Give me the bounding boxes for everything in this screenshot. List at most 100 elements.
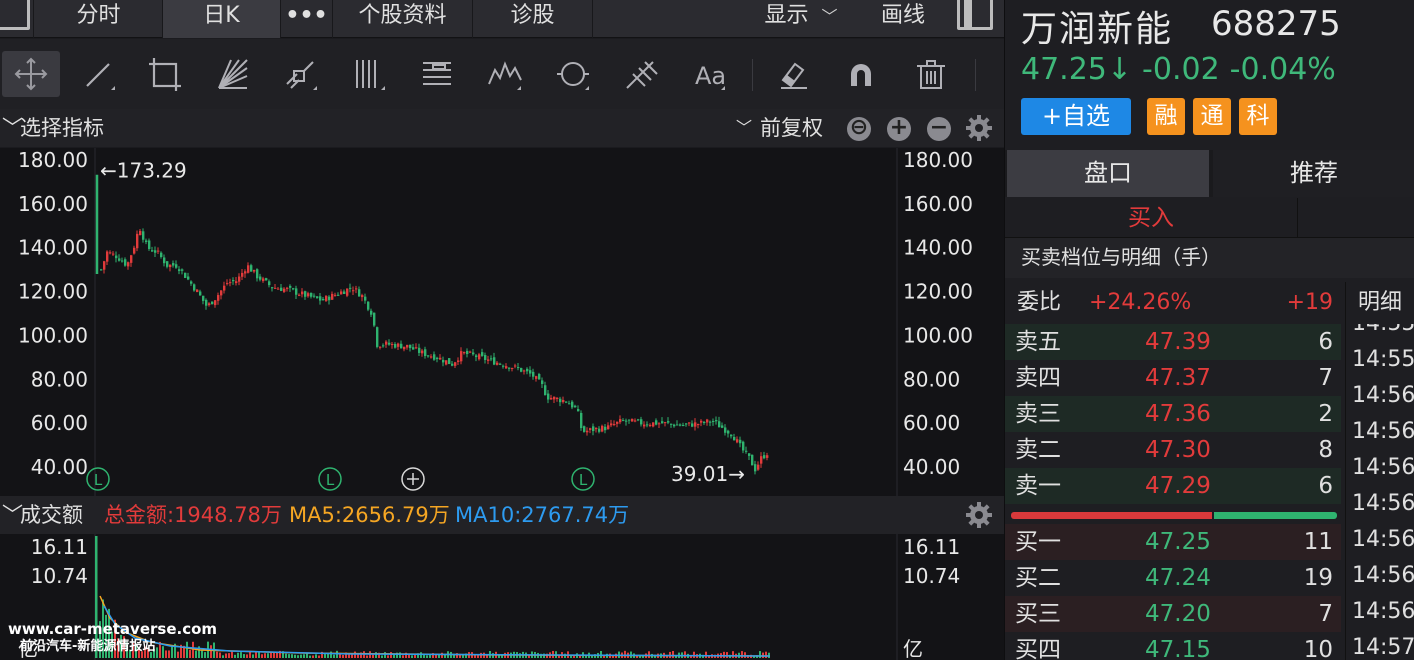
bid-row-2[interactable]: 买二 47.24 19 (1005, 560, 1341, 596)
price-adjust-dropdown[interactable]: 前复权 (760, 109, 823, 147)
volume-bar (402, 655, 404, 658)
y-tick-right: 100.00 (903, 323, 973, 347)
candle-body (337, 294, 340, 296)
tab-diagnosis[interactable]: 诊股 (473, 0, 593, 38)
tab-orderbook[interactable]: 盘口 (1007, 150, 1209, 197)
bid-ask-ratio-bar (1011, 512, 1337, 519)
candle-body (631, 418, 634, 422)
connect-tag[interactable]: 通 (1193, 98, 1231, 135)
fan-tool-icon[interactable] (204, 51, 262, 97)
price-line: 47.25↓ -0.02 -0.04% (1021, 52, 1346, 87)
ask-row-5[interactable]: 卖五 47.39 6 (1005, 324, 1341, 360)
buy-button[interactable]: 买入 (1005, 198, 1298, 238)
volume-settings-gear-icon[interactable] (965, 501, 993, 529)
window-layout-icon[interactable] (957, 0, 993, 30)
candle-body (190, 281, 193, 284)
add-watchlist-button[interactable]: +自选 (1021, 98, 1131, 135)
volume-bar (348, 654, 350, 658)
candle-body (313, 295, 316, 297)
ask-volume: 2 (1318, 401, 1333, 427)
bid-row-4[interactable]: 买四 47.15 10 (1005, 632, 1341, 660)
volume-bar (435, 654, 437, 658)
candle-body (607, 425, 610, 430)
candle-body (169, 264, 172, 268)
line-tool-icon[interactable] (70, 51, 128, 97)
candle-body (697, 424, 700, 426)
display-dropdown[interactable]: 显示 ﹀ (746, 0, 856, 38)
eraser-tool-icon[interactable] (764, 51, 822, 97)
ask-row-3[interactable]: 卖三 47.36 2 (1005, 396, 1341, 432)
magnet-icon[interactable] (832, 51, 890, 97)
candle-body (118, 258, 121, 261)
candle-body (418, 347, 421, 353)
rectangle-tool-icon[interactable] (136, 51, 194, 97)
pitchfork-tool-icon[interactable] (612, 51, 670, 97)
more-button[interactable]: ••• (281, 0, 333, 38)
volume-bar (234, 654, 236, 658)
cycle-tool-icon[interactable] (544, 51, 602, 97)
sidebar-toggle-icon[interactable] (0, 0, 34, 38)
volume-bar (381, 655, 383, 658)
kline-chart[interactable]: 180.00 180.00 160.00 160.00 140.00 140.00 120.… (0, 148, 1004, 496)
zoom-out-icon[interactable]: − (927, 117, 951, 141)
tab-daily-k[interactable]: 日K (163, 0, 281, 38)
fibonacci-tool-icon[interactable] (408, 51, 466, 97)
ask-row-1[interactable]: 卖一 47.29 6 (1005, 468, 1341, 504)
candle-body (367, 301, 370, 310)
volume-bar (441, 652, 443, 658)
candle-body (244, 271, 247, 274)
bid-row-1[interactable]: 买一 47.25 11 (1005, 524, 1341, 560)
move-tool-icon[interactable] (2, 51, 60, 97)
text-tool-icon[interactable]: Aa (680, 51, 738, 97)
draw-button[interactable]: 画线 (862, 0, 944, 38)
wave-tool-icon[interactable] (476, 51, 534, 97)
volume-bar (765, 651, 767, 658)
vertical-lines-tool-icon[interactable] (340, 51, 398, 97)
margin-tag[interactable]: 融 (1147, 98, 1185, 135)
candle-body (682, 424, 685, 426)
zoom-in-icon[interactable]: + (887, 117, 911, 141)
volume-bar (426, 655, 428, 658)
bid-label: 买三 (1015, 601, 1061, 627)
select-indicator-button[interactable]: 选择指标 (20, 109, 104, 147)
candle-body (574, 405, 577, 408)
y-tick-left: 60.00 (31, 411, 88, 435)
candle-body (115, 255, 118, 259)
ask-row-4[interactable]: 卖四 47.37 7 (1005, 360, 1341, 396)
candle-body (106, 251, 109, 262)
ask-row-2[interactable]: 卖二 47.30 8 (1005, 432, 1341, 468)
candle-body (685, 423, 688, 425)
candle-body (388, 342, 391, 345)
volume-bar (726, 652, 728, 658)
candle-body (307, 293, 310, 297)
channel-tool-icon[interactable] (272, 51, 330, 97)
trash-icon[interactable] (902, 51, 960, 97)
collapse-icon[interactable]: ⊖ (847, 117, 871, 141)
event-marker-label: L (326, 471, 335, 489)
bid-row-3[interactable]: 买三 47.20 7 (1005, 596, 1341, 632)
settings-gear-icon[interactable] (965, 114, 993, 142)
volume-bar (744, 652, 746, 658)
trade-detail-list[interactable]: 14:55 14:55 14:56 14:56 14:56 14:56 14:56 14:56… (1345, 324, 1414, 660)
detail-header[interactable]: 明细 (1345, 282, 1414, 324)
candle-body (112, 253, 115, 255)
candle-body (565, 401, 568, 403)
candle-body (406, 344, 409, 348)
volume-bar (255, 651, 257, 658)
candle-body (412, 347, 415, 350)
candle-body (544, 385, 547, 396)
candle-body (100, 269, 103, 271)
candle-body (109, 252, 112, 254)
toolbar-divider (975, 59, 976, 91)
tab-recommend[interactable]: 推荐 (1213, 150, 1414, 197)
tab-company-info[interactable]: 个股资料 (333, 0, 473, 38)
tab-intraday[interactable]: 分时 (35, 0, 163, 38)
candle-body (511, 367, 514, 369)
candle-body (457, 360, 460, 362)
candle-body (157, 250, 160, 252)
star-market-tag[interactable]: 科 (1239, 98, 1277, 135)
candle-body (616, 421, 619, 424)
candle-body (139, 230, 142, 236)
candle-body (103, 261, 106, 270)
chevron-down-icon: ﹀ (736, 118, 753, 137)
